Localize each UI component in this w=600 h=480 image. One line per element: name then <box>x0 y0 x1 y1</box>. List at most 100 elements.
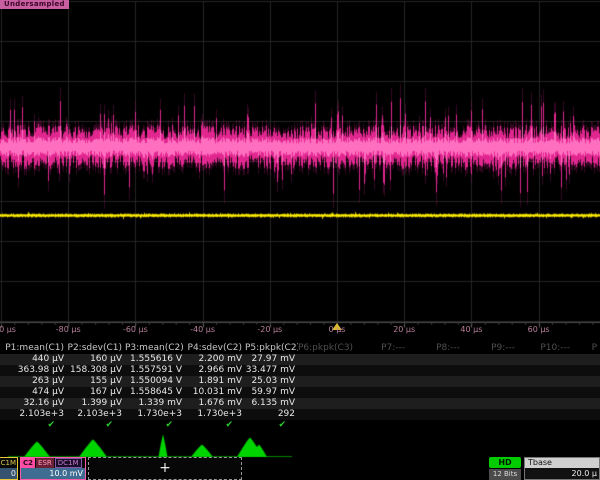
hd-mode-badge[interactable]: HD <box>489 457 521 468</box>
status-check-empty <box>408 420 463 431</box>
measure-cell <box>518 354 573 365</box>
measure-row-num: 2.103e+32.103e+31.730e+31.730e+3292 <box>0 409 600 420</box>
measure-cell: 474 µV <box>0 387 67 398</box>
measure-cell <box>353 365 408 376</box>
timebase-descriptor[interactable]: Tbase 20.0 µ <box>524 457 600 480</box>
measure-cell: 32.16 µV <box>0 398 67 409</box>
c2-coupling-badge: DC1M <box>55 458 82 468</box>
time-tick-label: 20 µs <box>393 325 415 334</box>
measure-cell <box>408 398 463 409</box>
measure-cell: 2.103e+3 <box>0 409 67 420</box>
undersampled-badge: Undersampled <box>0 0 69 9</box>
measure-cell <box>353 387 408 398</box>
measure-row-max: 474 µV167 µV1.558645 V10.031 mV59.97 mV <box>0 387 600 398</box>
measure-cell: 292 <box>245 409 298 420</box>
measure-cell <box>353 409 408 420</box>
measure-cell: 33.477 mV <box>245 365 298 376</box>
measure-column-P6[interactable]: P6:pkpk(C3) <box>298 343 353 354</box>
measure-rows: 440 µV160 µV1.555616 V2.200 mV27.97 mV36… <box>0 354 600 420</box>
measure-cell <box>298 365 353 376</box>
measure-cell: 2.200 mV <box>185 354 245 365</box>
measure-status-row: ✔✔✔✔✔ <box>0 420 600 431</box>
measure-column-P7[interactable]: P7:--- <box>353 343 408 354</box>
c2-vertical-scale: 10.0 mV <box>21 468 85 479</box>
measure-cell: 1.339 mV <box>125 398 185 409</box>
measure-cell: 6.135 mV <box>245 398 298 409</box>
channel-c1-descriptor[interactable]: C1M 0 mV <box>0 457 18 480</box>
measure-column-P10[interactable]: P10:--- <box>518 343 573 354</box>
measure-cell <box>408 365 463 376</box>
status-check-empty <box>463 420 518 431</box>
measure-row-mean: 363.98 µV158.308 µV1.557591 V2.966 mV33.… <box>0 365 600 376</box>
measure-cell <box>463 398 518 409</box>
measure-cell <box>298 409 353 420</box>
measure-cell <box>463 387 518 398</box>
status-check-icon: ✔ <box>245 420 298 431</box>
oscilloscope-screen: Undersampled -100 µs-80 µs-60 µs-40 µs-2… <box>0 0 600 480</box>
measure-cell <box>298 354 353 365</box>
measure-cell: 27.97 mV <box>245 354 298 365</box>
measure-row-min: 263 µV155 µV1.550094 V1.891 mV25.03 mV <box>0 376 600 387</box>
measure-cell <box>573 376 600 387</box>
measure-row-sdev: 32.16 µV1.399 µV1.339 mV1.676 mV6.135 mV <box>0 398 600 409</box>
time-tick-label: -20 µs <box>257 325 282 334</box>
measure-column-P4[interactable]: P4:sdev(C2) <box>185 343 245 354</box>
measure-cell <box>518 376 573 387</box>
time-tick-label: -60 µs <box>123 325 148 334</box>
measure-cell: 1.557591 V <box>125 365 185 376</box>
measure-column-P2[interactable]: P2:sdev(C1) <box>67 343 125 354</box>
status-check-empty <box>573 420 600 431</box>
measure-column-P1[interactable]: P1:mean(C1) <box>0 343 67 354</box>
measure-cell <box>463 354 518 365</box>
c2-eres-badge: ESR <box>36 458 54 468</box>
add-trace-button[interactable]: + <box>88 457 242 480</box>
measure-cell: 59.97 mV <box>245 387 298 398</box>
measure-cell: 1.555616 V <box>125 354 185 365</box>
measure-column-P11[interactable]: P <box>573 343 600 354</box>
measure-cell <box>573 354 600 365</box>
measure-cell <box>408 409 463 420</box>
timebase-title: Tbase <box>525 458 599 468</box>
measure-cell <box>463 409 518 420</box>
measure-cell <box>353 354 408 365</box>
measure-column-P5[interactable]: P5:pkpk(C2) <box>245 343 298 354</box>
measure-column-P3[interactable]: P3:mean(C2) <box>125 343 185 354</box>
status-check-empty <box>518 420 573 431</box>
measure-cell <box>518 387 573 398</box>
measure-column-P9[interactable]: P9:--- <box>463 343 518 354</box>
time-tick-label: -80 µs <box>56 325 81 334</box>
measure-cell <box>573 398 600 409</box>
measure-cell: 1.399 µV <box>67 398 125 409</box>
measure-cell <box>463 365 518 376</box>
measure-cell <box>573 387 600 398</box>
measure-cell: 1.558645 V <box>125 387 185 398</box>
measure-cell <box>408 387 463 398</box>
measure-cell <box>518 409 573 420</box>
measure-cell: 155 µV <box>67 376 125 387</box>
status-check-icon: ✔ <box>125 420 185 431</box>
time-tick-label: 0 µs <box>329 325 346 334</box>
time-tick-label: 40 µs <box>460 325 482 334</box>
status-check-empty <box>353 420 408 431</box>
c2-label-badge: C2 <box>21 458 35 468</box>
measure-cell <box>353 376 408 387</box>
time-tick-label: -40 µs <box>190 325 215 334</box>
measure-cell: 363.98 µV <box>0 365 67 376</box>
status-check-icon: ✔ <box>185 420 245 431</box>
measure-cell <box>408 354 463 365</box>
status-check-icon: ✔ <box>0 420 67 431</box>
measure-cell <box>298 387 353 398</box>
measure-cell: 2.966 mV <box>185 365 245 376</box>
status-check-icon: ✔ <box>67 420 125 431</box>
measure-header-row: P1:mean(C1)P2:sdev(C1)P3:mean(C2)P4:sdev… <box>0 343 600 354</box>
measure-cell <box>353 398 408 409</box>
measure-cell: 10.031 mV <box>185 387 245 398</box>
measure-cell: 1.676 mV <box>185 398 245 409</box>
c1-scale-fragment: 0 mV <box>0 468 17 479</box>
channel-c2-descriptor[interactable]: C2 ESR DC1M 10.0 mV <box>20 457 86 480</box>
measure-cell: 1.550094 V <box>125 376 185 387</box>
measure-cell <box>573 409 600 420</box>
measure-cell <box>518 365 573 376</box>
measure-column-P8[interactable]: P8:--- <box>408 343 463 354</box>
measure-cell <box>298 376 353 387</box>
